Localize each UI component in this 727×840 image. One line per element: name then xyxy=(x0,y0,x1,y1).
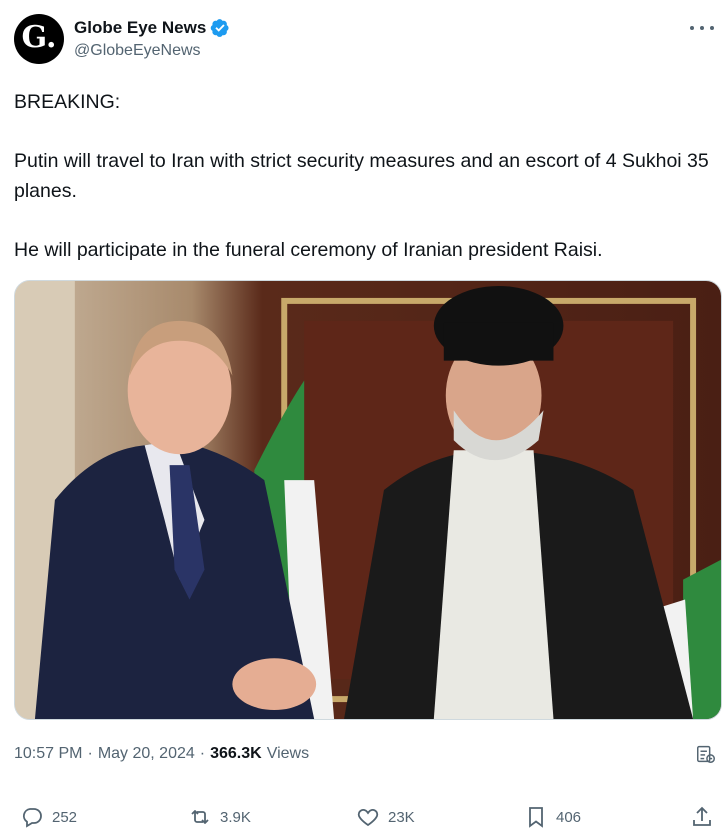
views-count: 366.3K xyxy=(210,745,262,762)
bookmark-icon xyxy=(529,807,543,828)
author-names: Globe Eye News @GlobeEyeNews xyxy=(74,16,230,60)
tweet-line-funeral: He will participate in the funeral cerem… xyxy=(14,238,603,261)
tweet-header: G. Globe Eye News @GlobeEyeNews xyxy=(14,14,714,68)
bookmark-button[interactable]: 406 xyxy=(524,800,581,834)
analytics-icon[interactable] xyxy=(695,742,717,766)
reply-icon xyxy=(22,808,42,828)
bookmark-count: 406 xyxy=(556,808,582,826)
like-button[interactable]: 23K xyxy=(356,800,415,834)
tweet-text: BREAKING: Putin will travel to Iran with… xyxy=(14,88,714,265)
retweet-icon xyxy=(191,810,209,824)
action-bar: 252 3.9K 23K 406 xyxy=(14,800,714,834)
verified-badge-icon xyxy=(211,19,229,37)
like-count: 23K xyxy=(388,808,415,826)
tweet-meta: 10:57 PM · May 20, 2024 · 366.3K Views xyxy=(14,745,310,763)
retweet-button[interactable]: 3.9K xyxy=(188,800,251,834)
author-display-name[interactable]: Globe Eye News xyxy=(74,18,206,38)
reply-button[interactable]: 252 xyxy=(20,800,77,834)
tweet-time[interactable]: 10:57 PM xyxy=(14,745,82,763)
retweet-count: 3.9K xyxy=(220,808,251,826)
author-handle[interactable]: @GlobeEyeNews xyxy=(74,42,230,60)
tweet-date[interactable]: May 20, 2024 xyxy=(98,745,195,763)
tweet-photo[interactable] xyxy=(14,280,722,720)
views-label: Views xyxy=(266,745,310,762)
heart-icon xyxy=(357,809,379,827)
more-options-icon[interactable] xyxy=(690,20,714,36)
tweet-line-breaking: BREAKING: xyxy=(14,91,121,113)
photo-illustration xyxy=(15,281,721,719)
author-avatar[interactable]: G. xyxy=(14,14,64,64)
tweet-line-travel: Putin will travel to Iran with strict se… xyxy=(14,150,709,202)
share-icon xyxy=(693,806,711,826)
avatar-letter: G. xyxy=(21,20,57,55)
share-button[interactable] xyxy=(690,800,722,834)
reply-count: 252 xyxy=(52,808,78,826)
